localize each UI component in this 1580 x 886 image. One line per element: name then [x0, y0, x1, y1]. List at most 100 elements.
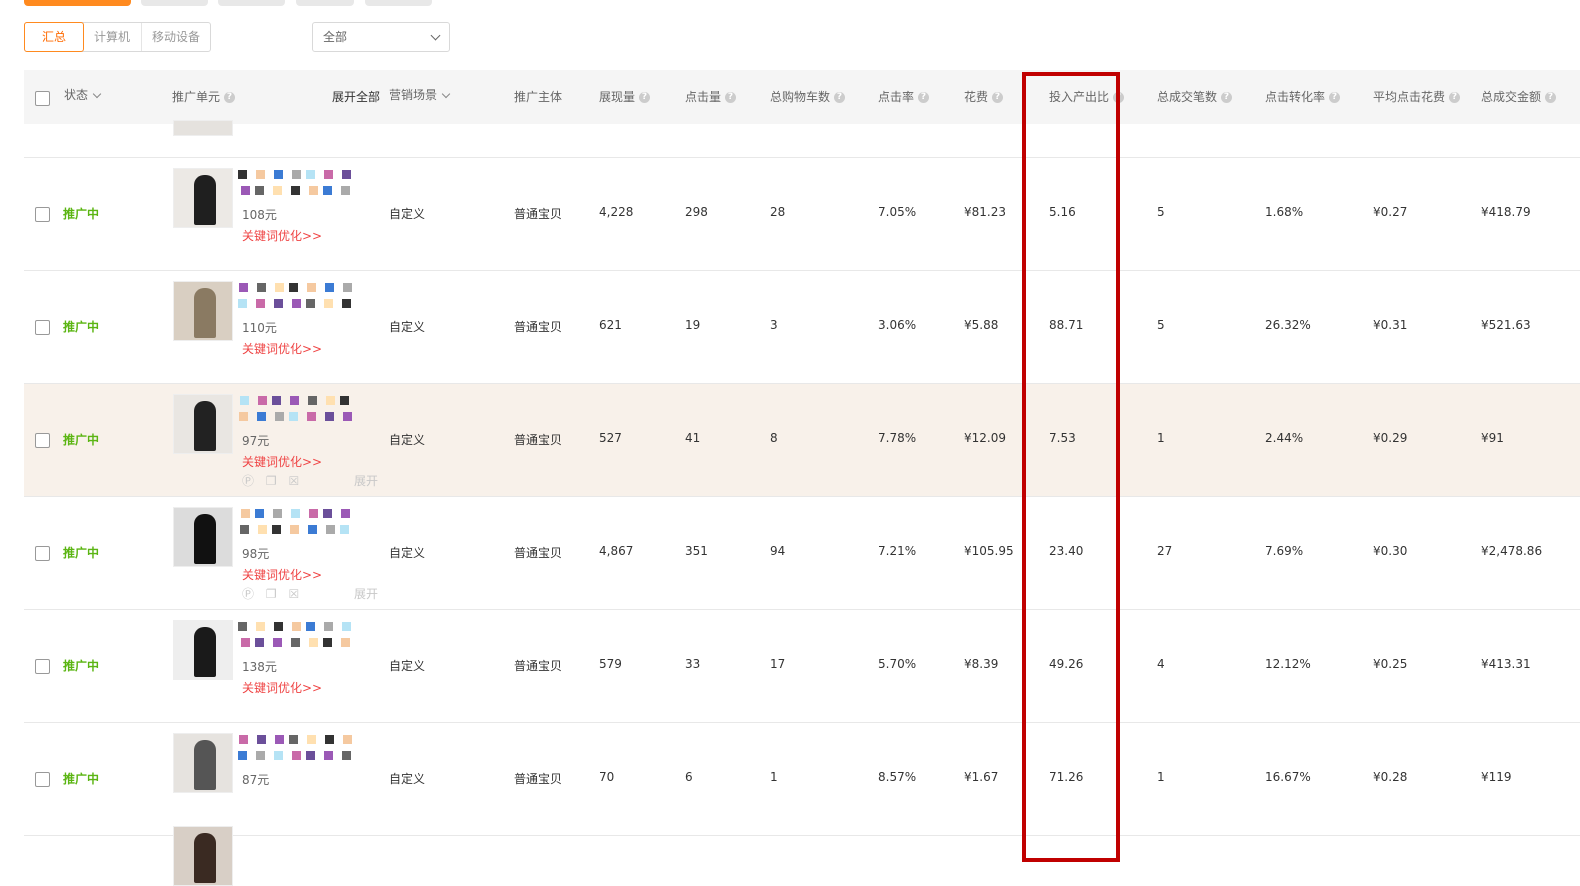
product-price: 98元 — [242, 547, 270, 561]
product-thumbnail[interactable] — [173, 733, 233, 793]
header-gmv[interactable]: 总成交金额? — [1481, 70, 1557, 124]
table-row[interactable]: 推广中 98元 关键词优化>> Ⓟ ❐ ☒ 展开 自定义 普通宝贝 4,867 351 94 7… — [24, 497, 1580, 610]
help-icon[interactable]: ? — [918, 92, 930, 103]
header-unit: 推广单元? — [172, 70, 236, 124]
top-tab[interactable] — [141, 0, 208, 6]
header-orders[interactable]: 总成交笔数? — [1157, 70, 1233, 124]
keyword-optimize-link[interactable]: 关键词优化>> — [242, 566, 322, 583]
product-title-redacted — [238, 281, 363, 315]
device-tab-summary[interactable]: 汇总 — [24, 22, 84, 52]
header-status[interactable]: 状态 — [64, 70, 102, 120]
cell-cvr: 16.67% — [1265, 770, 1311, 784]
header-cvr-label: 点击转化率 — [1265, 90, 1326, 104]
help-icon[interactable]: ? — [1449, 92, 1461, 103]
help-icon[interactable]: ? — [834, 92, 846, 103]
cell-scene: 自定义 — [389, 659, 426, 673]
cell-cvr: 2.44% — [1265, 431, 1304, 445]
table-row[interactable]: 推广中 97元 关键词优化>> Ⓟ ❐ ☒ 展开 自定义 普通宝贝 527 41 8 7.78%… — [24, 384, 1580, 497]
cell-ctr: 8.57% — [878, 770, 917, 784]
device-tab-computer[interactable]: 计算机 — [83, 23, 142, 51]
top-tab[interactable] — [296, 0, 354, 6]
table-row[interactable]: 推广中 110元 关键词优化>> 自定义 普通宝贝 621 19 3 3.06% ¥5.88 88.… — [24, 271, 1580, 384]
cell-ctr: 7.78% — [878, 431, 917, 445]
copy-icon[interactable]: ❐ — [266, 587, 277, 601]
product-thumbnail[interactable] — [173, 826, 233, 886]
row-checkbox[interactable] — [35, 320, 50, 335]
cell-gmv: ¥91 — [1481, 431, 1504, 445]
row-expand-link[interactable]: 展开 — [354, 472, 378, 489]
help-icon[interactable]: ? — [992, 92, 1004, 103]
product-price: 87元 — [242, 773, 270, 787]
keyword-optimize-link[interactable]: 关键词优化>> — [242, 340, 322, 357]
header-cart[interactable]: 总购物车数? — [770, 70, 846, 124]
keyword-optimize-link[interactable]: 关键词优化>> — [242, 679, 322, 696]
header-cvr[interactable]: 点击转化率? — [1265, 70, 1341, 124]
header-scene[interactable]: 营销场景 — [389, 70, 451, 120]
product-thumbnail[interactable] — [173, 620, 233, 680]
row-checkbox[interactable] — [35, 546, 50, 561]
cell-orders: 1 — [1157, 431, 1165, 445]
filter-select[interactable]: 全部 — [312, 22, 450, 52]
product-title-redacted — [238, 620, 363, 654]
product-thumbnail[interactable] — [173, 281, 233, 341]
copy-icon[interactable]: ❐ — [266, 474, 277, 488]
device-tab-mobile[interactable]: 移动设备 — [142, 23, 210, 51]
cell-scene: 自定义 — [389, 207, 426, 221]
cell-ctr: 5.70% — [878, 657, 917, 671]
cell-orders: 5 — [1157, 318, 1165, 332]
product-thumbnail[interactable] — [173, 394, 233, 454]
table-row[interactable]: 推广中 138元 关键词优化>> 自定义 普通宝贝 579 33 17 5.70% ¥8.39 49… — [24, 610, 1580, 723]
select-all-checkbox[interactable] — [35, 91, 50, 106]
help-icon[interactable]: ? — [1545, 92, 1557, 103]
delete-icon[interactable]: ☒ — [288, 587, 299, 601]
pause-icon[interactable]: Ⓟ — [242, 587, 254, 601]
header-impressions[interactable]: 展现量? — [599, 70, 651, 124]
product-thumbnail[interactable] — [173, 168, 233, 228]
help-icon[interactable]: ? — [1221, 92, 1233, 103]
table-row-partial — [24, 816, 1580, 886]
expand-all-link[interactable]: 展开全部 — [332, 70, 380, 124]
header-cpc[interactable]: 平均点击花费? — [1373, 70, 1461, 124]
cell-cost: ¥8.39 — [964, 657, 999, 671]
product-title-redacted — [238, 507, 363, 541]
keyword-optimize-link[interactable]: 关键词优化>> — [242, 453, 322, 470]
header-cost[interactable]: 花费? — [964, 70, 1004, 124]
cell-ctr: 7.05% — [878, 205, 917, 219]
cell-clicks: 19 — [685, 318, 701, 332]
keyword-optimize-link[interactable]: 关键词优化>> — [242, 227, 322, 244]
cell-subject: 普通宝贝 — [514, 546, 563, 560]
cell-impressions: 579 — [599, 657, 622, 671]
row-checkbox[interactable] — [35, 659, 50, 674]
header-clicks-label: 点击量 — [685, 90, 722, 104]
product-thumbnail[interactable] — [173, 120, 233, 136]
header-ctr-label: 点击率 — [878, 90, 915, 104]
pause-icon[interactable]: Ⓟ — [242, 474, 254, 488]
cell-clicks: 41 — [685, 431, 701, 445]
product-price: 108元 — [242, 208, 277, 222]
top-tab[interactable] — [365, 0, 432, 6]
cell-cpc: ¥0.31 — [1373, 318, 1408, 332]
row-checkbox[interactable] — [35, 207, 50, 222]
cell-cost: ¥12.09 — [964, 431, 1006, 445]
help-icon[interactable]: ? — [725, 92, 737, 103]
cell-cvr: 1.68% — [1265, 205, 1304, 219]
header-subject: 推广主体 — [514, 90, 563, 104]
row-expand-link[interactable]: 展开 — [354, 585, 378, 602]
help-icon[interactable]: ? — [1329, 92, 1341, 103]
cell-impressions: 70 — [599, 770, 615, 784]
table-row[interactable]: 推广中 108元 关键词优化>> 自定义 普通宝贝 4,228 298 28 7.05% ¥81.… — [24, 158, 1580, 271]
row-checkbox[interactable] — [35, 433, 50, 448]
help-icon[interactable]: ? — [639, 92, 651, 103]
cell-cpc: ¥0.30 — [1373, 544, 1408, 558]
delete-icon[interactable]: ☒ — [288, 474, 299, 488]
cell-clicks: 298 — [685, 205, 708, 219]
help-icon[interactable]: ? — [224, 92, 236, 103]
cell-cost: ¥1.67 — [964, 770, 999, 784]
top-tab-active[interactable] — [24, 0, 131, 6]
top-tab[interactable] — [218, 0, 285, 6]
header-clicks[interactable]: 点击量? — [685, 70, 737, 124]
header-ctr[interactable]: 点击率? — [878, 70, 930, 124]
status-badge: 推广中 — [63, 207, 100, 221]
product-thumbnail[interactable] — [173, 507, 233, 567]
row-checkbox[interactable] — [35, 772, 50, 787]
